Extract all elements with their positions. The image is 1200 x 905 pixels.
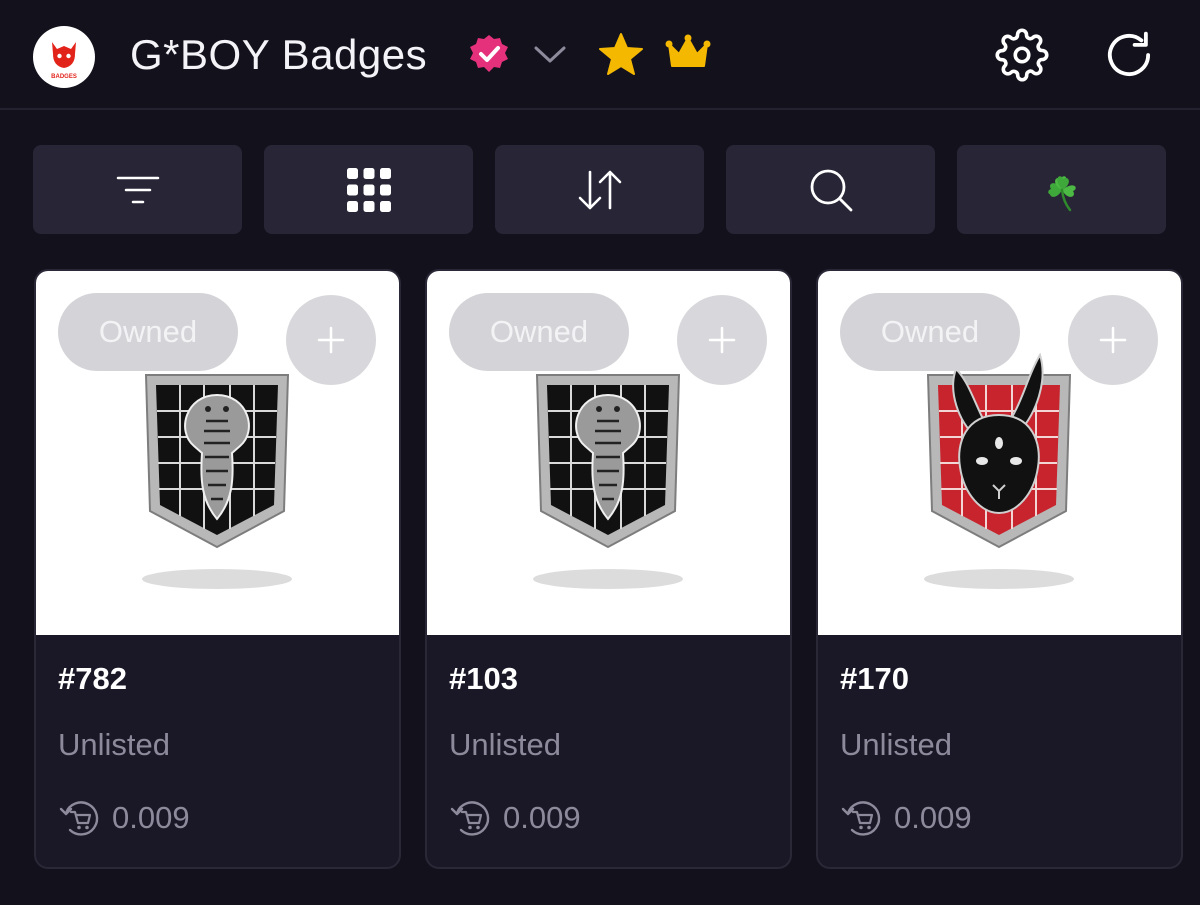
token-id: #170 bbox=[840, 661, 909, 696]
add-to-cart-button[interactable] bbox=[1068, 295, 1158, 385]
price-value: 0.009 bbox=[503, 800, 581, 835]
listing-status: Unlisted bbox=[449, 727, 561, 762]
price-value: 0.009 bbox=[894, 800, 972, 835]
last-sale-price: 0.009 bbox=[840, 797, 972, 839]
price-value: 0.009 bbox=[112, 800, 190, 835]
last-sale-icon bbox=[841, 801, 881, 836]
collection-title: G*BOY Badges bbox=[130, 31, 428, 78]
listing-status: Unlisted bbox=[58, 727, 170, 762]
card-image[interactable]: Owned bbox=[427, 271, 790, 635]
last-sale-price: 0.009 bbox=[449, 797, 581, 839]
grid-view-button[interactable] bbox=[264, 145, 473, 234]
nft-card[interactable]: Owned #103 Unlisted 0.009 bbox=[425, 269, 792, 869]
logo-text: BADGES bbox=[51, 74, 77, 80]
filter-icon bbox=[116, 176, 159, 203]
refresh-icon[interactable] bbox=[1102, 28, 1156, 82]
last-sale-price: 0.009 bbox=[58, 797, 190, 839]
sort-icon bbox=[578, 170, 621, 209]
listing-status: Unlisted bbox=[840, 727, 952, 762]
app-header: BADGES G*BOY Badges bbox=[0, 0, 1200, 110]
clover-icon bbox=[1047, 175, 1076, 211]
token-id: #782 bbox=[58, 661, 127, 696]
add-to-cart-button[interactable] bbox=[677, 295, 767, 385]
grid-view-icon bbox=[346, 167, 391, 212]
crown-icon bbox=[665, 34, 711, 67]
last-sale-icon bbox=[450, 801, 490, 836]
token-id: #103 bbox=[449, 661, 518, 696]
nft-card[interactable]: Owned #170 Unlisted 0.009 bbox=[816, 269, 1183, 869]
settings-icon[interactable] bbox=[995, 28, 1049, 82]
lucky-button[interactable] bbox=[957, 145, 1166, 234]
filter-button[interactable] bbox=[33, 145, 242, 234]
star-icon bbox=[599, 33, 643, 75]
nft-card[interactable]: Owned #782 Unlisted 0.009 bbox=[34, 269, 401, 869]
card-image[interactable]: Owned bbox=[36, 271, 399, 635]
collection-logo[interactable]: BADGES bbox=[33, 26, 95, 88]
owned-badge: Owned bbox=[840, 293, 1020, 371]
plus-icon bbox=[317, 326, 345, 354]
last-sale-icon bbox=[59, 801, 99, 836]
plus-icon bbox=[708, 326, 736, 354]
plus-icon bbox=[1099, 326, 1127, 354]
owned-badge: Owned bbox=[449, 293, 629, 371]
sort-button[interactable] bbox=[495, 145, 704, 234]
owned-badge: Owned bbox=[58, 293, 238, 371]
chevron-down-icon[interactable] bbox=[532, 42, 568, 66]
search-button[interactable] bbox=[726, 145, 935, 234]
verified-icon bbox=[470, 35, 508, 72]
add-to-cart-button[interactable] bbox=[286, 295, 376, 385]
search-icon bbox=[810, 169, 852, 211]
card-image[interactable]: Owned bbox=[818, 271, 1181, 635]
